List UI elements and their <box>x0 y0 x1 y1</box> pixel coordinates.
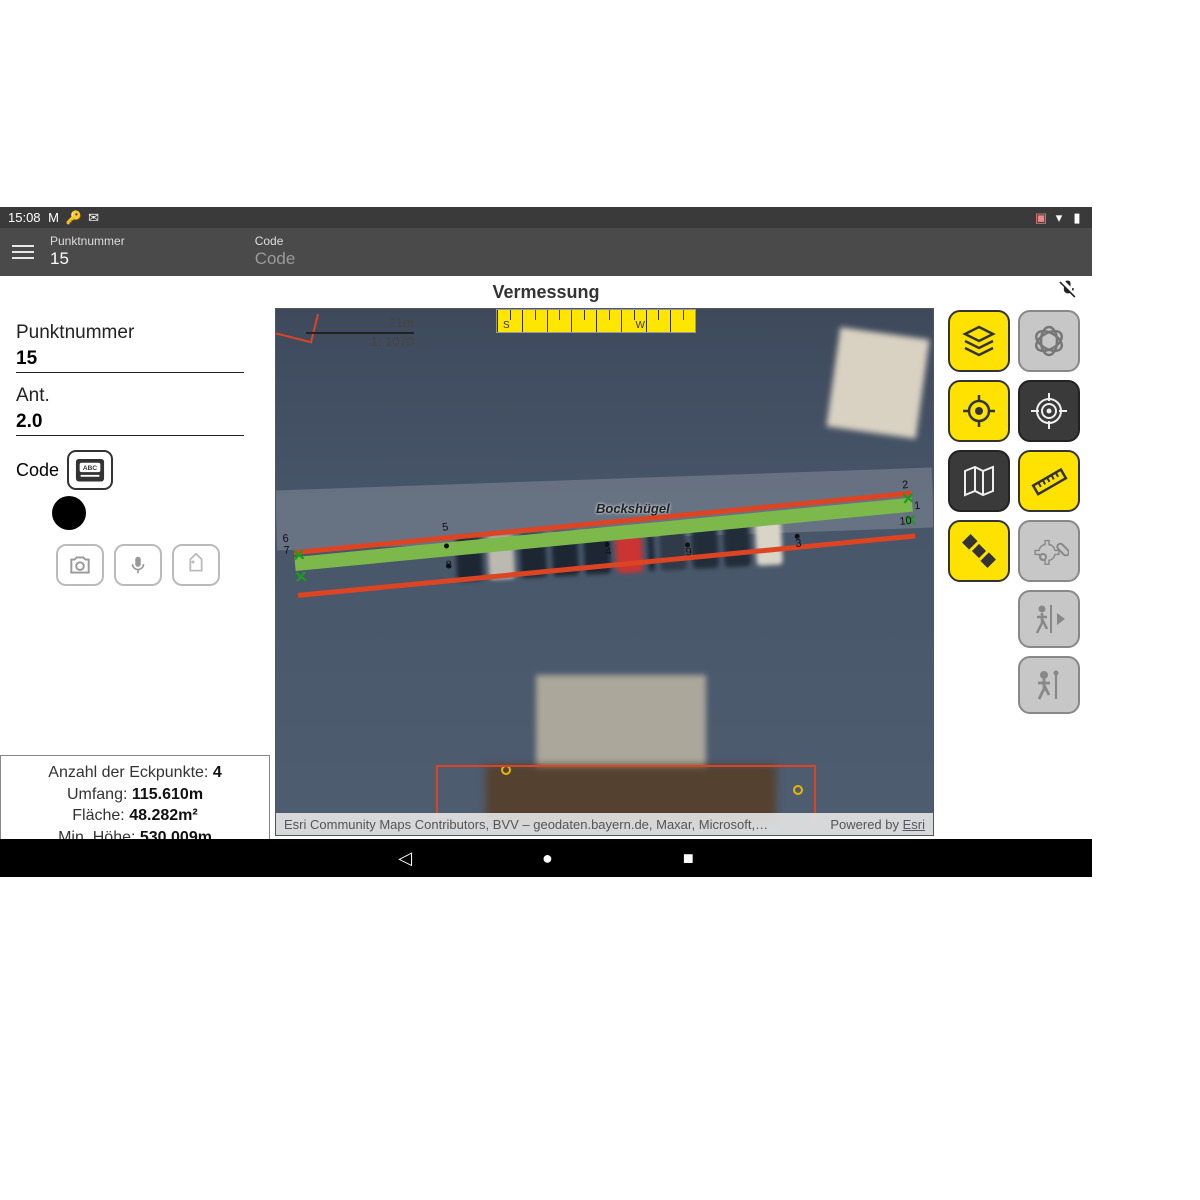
target-button[interactable] <box>1018 380 1080 442</box>
wifi-icon: ▾ <box>1052 211 1066 225</box>
header-punktnummer-value: 15 <box>50 249 125 269</box>
map-container: S W 21m 1: 1070 Bockshügel <box>275 308 1092 848</box>
settings-button[interactable] <box>1018 520 1080 582</box>
nav-recents-button[interactable]: ■ <box>683 848 694 869</box>
page-title: Vermessung <box>492 282 599 303</box>
header-punktnummer-label: Punktnummer <box>50 235 125 248</box>
header-code[interactable]: Code Code <box>255 235 296 268</box>
app-window: 15:08 M 🔑 ✉ ▣ ▾ ▮ Punktnummer 15 Code Co… <box>0 207 1092 877</box>
code-selector-button[interactable]: ABC <box>67 450 113 490</box>
punktnummer-input[interactable] <box>16 344 244 373</box>
point-color-swatch[interactable] <box>52 496 86 530</box>
measure-button[interactable] <box>1018 450 1080 512</box>
ant-input[interactable] <box>16 407 244 436</box>
stake-play-button[interactable] <box>1018 590 1080 648</box>
nav-back-button[interactable]: ◁ <box>398 848 412 869</box>
battery-icon: ▮ <box>1070 211 1084 225</box>
tag-button[interactable] <box>172 544 220 586</box>
map-view[interactable]: S W 21m 1: 1070 Bockshügel <box>275 308 934 836</box>
layers-button[interactable] <box>948 310 1010 372</box>
ant-label: Ant. <box>16 385 259 407</box>
mic-off-icon[interactable] <box>1058 279 1078 305</box>
orbit-button[interactable] <box>1018 310 1080 372</box>
gmail-icon: M <box>47 211 61 225</box>
android-navbar: ◁ ● ■ <box>0 839 1092 877</box>
header-code-label: Code <box>255 235 296 248</box>
menu-button[interactable] <box>6 235 40 269</box>
punktnummer-label: Punktnummer <box>16 322 259 344</box>
code-label: Code <box>16 460 59 481</box>
app-header: Punktnummer 15 Code Code <box>0 228 1092 276</box>
key-icon: 🔑 <box>67 211 81 225</box>
nav-home-button[interactable]: ● <box>542 848 553 869</box>
mail-icon: ✉ <box>87 211 101 225</box>
map-attribution: Esri Community Maps Contributors, BVV – … <box>276 813 933 835</box>
header-punktnummer[interactable]: Punktnummer 15 <box>50 235 125 268</box>
esri-link[interactable]: Esri <box>903 817 925 832</box>
microphone-button[interactable] <box>114 544 162 586</box>
locate-button[interactable] <box>948 380 1010 442</box>
map-mode-button[interactable] <box>948 450 1010 512</box>
scale-indicator: 21m 1: 1070 <box>306 315 414 349</box>
header-code-placeholder: Code <box>255 249 296 269</box>
surveyor-button[interactable] <box>1018 656 1080 714</box>
right-toolbar <box>942 308 1092 714</box>
clock: 15:08 <box>8 210 41 225</box>
title-row: Vermessung <box>0 276 1092 308</box>
compass-ruler: S W <box>496 309 696 333</box>
camera-button[interactable] <box>56 544 104 586</box>
android-statusbar: 15:08 M 🔑 ✉ ▣ ▾ ▮ <box>0 207 1092 228</box>
satellite-button[interactable] <box>948 520 1010 582</box>
svg-text:ABC: ABC <box>83 465 97 472</box>
cast-icon: ▣ <box>1034 211 1048 225</box>
